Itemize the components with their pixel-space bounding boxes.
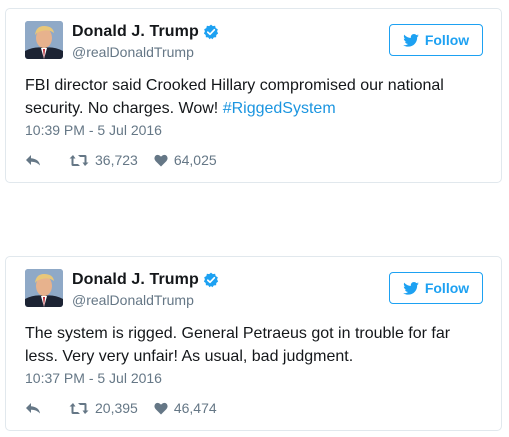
twitter-bird-icon	[403, 33, 419, 47]
hashtag-link[interactable]: #RiggedSystem	[223, 100, 336, 117]
like-button[interactable]: 64,025	[154, 152, 217, 168]
retweet-count: 36,723	[95, 152, 138, 168]
display-name[interactable]: Donald J. Trump	[72, 23, 199, 41]
verified-badge-icon	[203, 272, 218, 288]
tweet-actions: 36,723 64,025	[25, 152, 217, 168]
timestamp[interactable]: 10:37 PM - 5 Jul 2016	[25, 370, 162, 386]
author-row: Donald J. Trump	[72, 269, 219, 291]
follow-label: Follow	[424, 32, 470, 48]
handle[interactable]: @realDonaldTrump	[72, 292, 194, 308]
timestamp[interactable]: 10:39 PM - 5 Jul 2016	[25, 122, 162, 138]
like-count: 64,025	[173, 152, 217, 168]
tweet-text: The system is rigged. General Petraeus g…	[25, 322, 475, 368]
retweet-button[interactable]: 36,723	[69, 152, 138, 168]
like-button[interactable]: 46,474	[154, 400, 217, 416]
avatar[interactable]	[25, 21, 63, 59]
reply-button[interactable]	[25, 154, 47, 167]
avatar-portrait-icon	[25, 21, 63, 59]
retweet-icon	[69, 402, 89, 414]
retweet-count: 20,395	[95, 400, 138, 416]
twitter-bird-icon	[403, 281, 419, 295]
follow-label: Follow	[424, 280, 470, 296]
handle[interactable]: @realDonaldTrump	[72, 44, 194, 60]
avatar-portrait-icon	[25, 269, 63, 307]
tweet-card[interactable]: Donald J. Trump @realDonaldTrump Follow …	[5, 8, 502, 183]
retweet-button[interactable]: 20,395	[69, 400, 138, 416]
like-count: 46,474	[173, 400, 217, 416]
reply-button[interactable]	[25, 402, 47, 415]
follow-button[interactable]: Follow	[389, 24, 483, 56]
verified-badge-icon	[203, 24, 218, 40]
follow-button[interactable]: Follow	[389, 272, 483, 304]
tweet-text: FBI director said Crooked Hillary compro…	[25, 74, 475, 120]
reply-icon	[26, 154, 40, 165]
tweet-actions: 20,395 46,474	[25, 400, 217, 416]
retweet-icon	[69, 154, 89, 166]
avatar[interactable]	[25, 269, 63, 307]
tweet-text-body: The system is rigged. General Petraeus g…	[25, 325, 451, 365]
tweet-card[interactable]: Donald J. Trump @realDonaldTrump Follow …	[5, 256, 502, 431]
heart-icon	[154, 154, 168, 166]
reply-icon	[26, 402, 40, 413]
heart-icon	[154, 402, 168, 414]
author-row: Donald J. Trump	[72, 21, 219, 43]
display-name[interactable]: Donald J. Trump	[72, 271, 199, 289]
